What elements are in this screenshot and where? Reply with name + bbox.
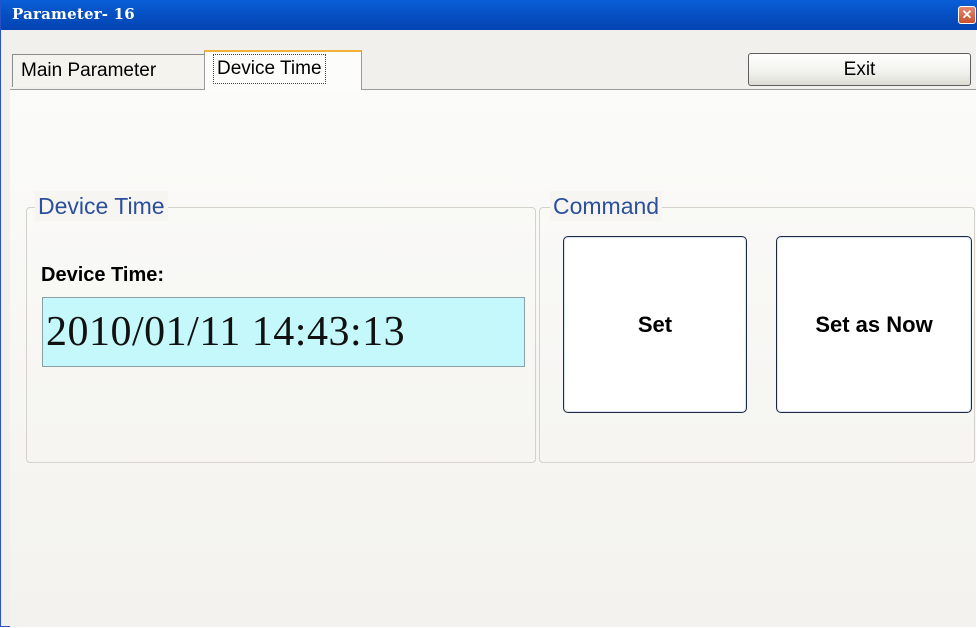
- exit-button[interactable]: Exit: [748, 53, 971, 86]
- title-bar[interactable]: Parameter- 16 ✕: [1, 0, 977, 30]
- command-group-legend: Command: [550, 191, 663, 221]
- device-time-group-legend: Device Time: [35, 191, 168, 221]
- device-time-field-label: Device Time:: [41, 264, 165, 286]
- device-time-field[interactable]: 2010/01/11 14:43:13: [42, 297, 525, 367]
- tab-device-time[interactable]: Device Time: [204, 50, 362, 90]
- window-title: Parameter- 16: [12, 5, 135, 23]
- tab-device-time-label: Device Time: [213, 54, 326, 84]
- set-as-now-button[interactable]: Set as Now: [776, 236, 972, 413]
- tab-main-parameter-label: Main Parameter: [21, 60, 157, 81]
- client-area: Main Parameter Device Time Exit Device T…: [10, 30, 976, 627]
- parameter-window: Parameter- 16 ✕ Main Parameter Device Ti…: [0, 0, 977, 627]
- close-button[interactable]: ✕: [958, 6, 976, 24]
- tab-main-parameter[interactable]: Main Parameter: [12, 54, 207, 87]
- close-icon: ✕: [961, 7, 973, 22]
- command-groupbox: Command Set Set as Now: [539, 191, 975, 463]
- device-time-groupbox: Device Time Device Time: 2010/01/11 14:4…: [26, 191, 536, 463]
- set-button[interactable]: Set: [563, 236, 747, 413]
- tab-strip: Main Parameter Device Time Exit: [10, 30, 976, 90]
